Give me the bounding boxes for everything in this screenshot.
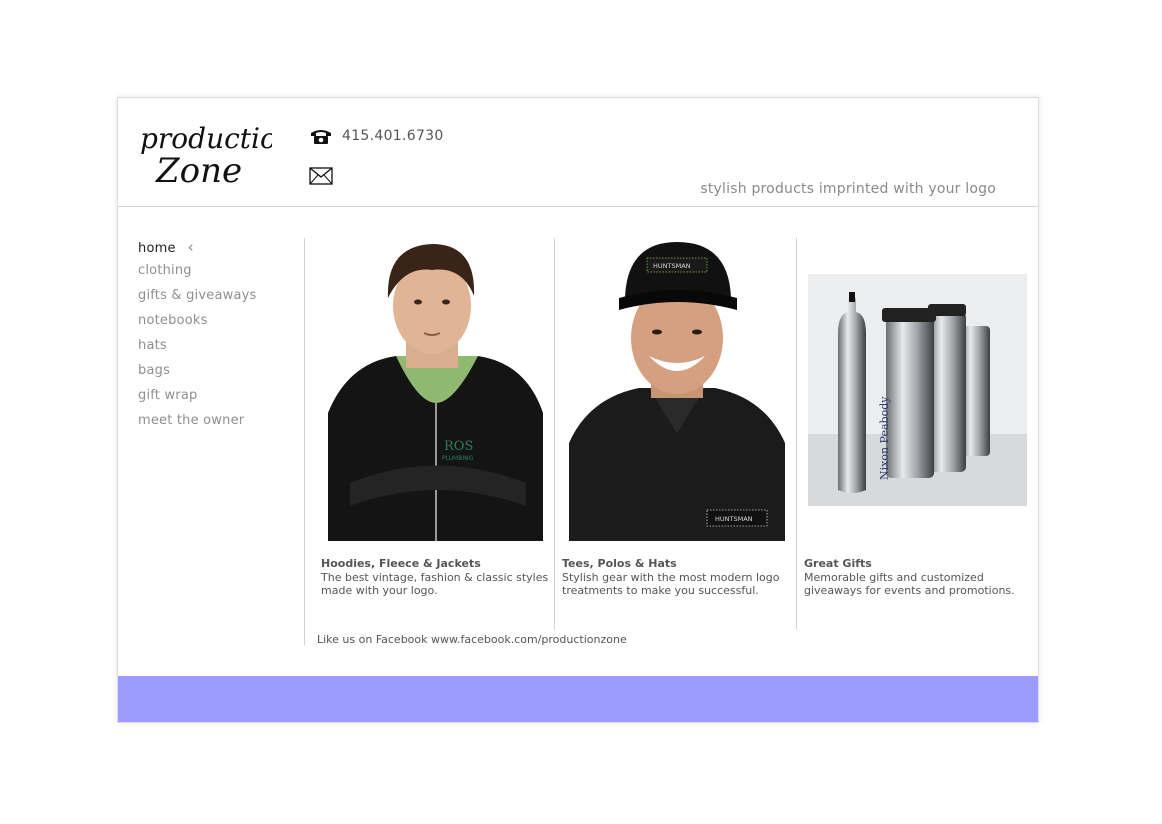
chevron-left-icon: ‹	[187, 238, 194, 256]
header: production Zone 415.401.6730 stylish pro…	[118, 98, 1038, 207]
card-description: The best vintage, fashion & classic styl…	[321, 571, 548, 597]
nav-label: home	[138, 241, 176, 256]
production-zone-logo[interactable]: production Zone	[134, 112, 272, 198]
nav-item-notebooks[interactable]: notebooks	[138, 313, 256, 338]
divider	[554, 238, 555, 630]
card-description: Stylish gear with the most modern logo t…	[562, 571, 780, 597]
nav-item-bags[interactable]: bags	[138, 363, 256, 388]
nav-item-gifts-giveaways[interactable]: gifts & giveaways	[138, 288, 256, 313]
divider	[304, 238, 305, 645]
nav-item-home[interactable]: home ‹	[138, 238, 256, 263]
card-desc-line: The best vintage, fashion & classic styl…	[321, 571, 549, 584]
svg-text:Zone: Zone	[155, 151, 242, 191]
svg-text:Nixon Peabody: Nixon Peabody	[878, 396, 891, 480]
svg-text:ROS: ROS	[444, 439, 473, 454]
nav-item-hats[interactable]: hats	[138, 338, 256, 363]
facebook-link[interactable]: Like us on Facebook www.facebook.com/pro…	[317, 633, 627, 646]
footer-bar	[118, 676, 1038, 722]
nav-item-clothing[interactable]: clothing	[138, 263, 256, 288]
side-nav: home ‹ clothing gifts & giveaways noteboo…	[138, 238, 256, 438]
divider	[796, 238, 797, 630]
card-title[interactable]: Tees, Polos & Hats	[562, 557, 677, 570]
svg-text:HUNTSMAN: HUNTSMAN	[653, 262, 691, 270]
mail-icon[interactable]	[309, 167, 333, 185]
svg-text:HUNTSMAN: HUNTSMAN	[715, 515, 753, 523]
card-desc-line: Stylish gear with the most modern logo	[562, 571, 780, 584]
card-desc-line: made with your logo.	[321, 584, 438, 597]
hoodie-product-image[interactable]: ROS PLUMBING	[328, 238, 543, 541]
nav-item-gift-wrap[interactable]: gift wrap	[138, 388, 256, 413]
card-title[interactable]: Great Gifts	[804, 557, 872, 570]
nav-item-meet-the-owner[interactable]: meet the owner	[138, 413, 256, 438]
phone-icon	[311, 130, 331, 144]
phone-number: 415.401.6730	[342, 128, 444, 144]
svg-text:PLUMBING: PLUMBING	[442, 455, 474, 462]
polo-cap-product-image[interactable]: HUNTSMAN HUNTSMAN	[569, 238, 785, 541]
page-container: production Zone 415.401.6730 stylish pro…	[117, 97, 1039, 723]
travel-mugs-product-image[interactable]: Nixon Peabody	[808, 274, 1027, 506]
card-desc-line: giveaways for events and promotions.	[804, 584, 1015, 597]
card-description: Memorable gifts and customized giveaways…	[804, 571, 1015, 597]
tagline: stylish products imprinted with your log…	[700, 181, 996, 197]
card-title[interactable]: Hoodies, Fleece & Jackets	[321, 557, 481, 570]
card-desc-line: Memorable gifts and customized	[804, 571, 984, 584]
card-desc-line: treatments to make you successful.	[562, 584, 759, 597]
